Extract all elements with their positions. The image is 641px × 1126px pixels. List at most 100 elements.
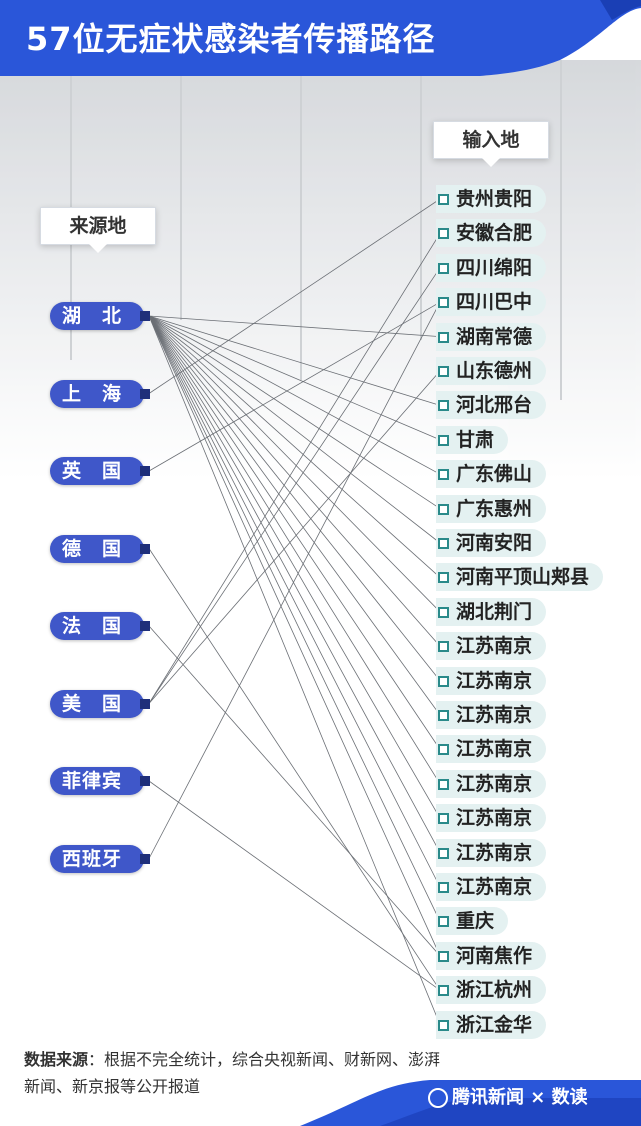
link-line [148,315,441,922]
destination-marker [438,538,449,549]
source-node: 湖 北 [50,302,150,330]
source-label: 湖 北 [62,305,123,327]
source-label: 英 国 [62,460,123,482]
destination-node: 江苏南京 [436,769,547,798]
destination-label: 浙江杭州 [456,979,533,1002]
destination-label: 浙江金华 [456,1013,533,1036]
source-label: 法 国 [62,615,123,637]
destination-node: 浙江金华 [436,1010,547,1039]
destination-marker [438,985,449,997]
brand-text: 腾讯新闻 × 数读 [452,1087,588,1108]
destination-node: 江苏南京 [436,873,547,901]
destination-node: 河南焦作 [436,941,547,970]
destination-label: 山东德州 [456,360,533,382]
destination-node: 四川绵阳 [436,253,547,282]
link-line [148,315,441,578]
source-node: 西班牙 [50,844,150,873]
brand-logo: 腾讯新闻 × 数读 [428,1083,588,1109]
link-line [148,198,441,394]
destination-node: 湖北荆门 [436,597,547,626]
link-line [148,315,441,475]
link-line [148,315,441,681]
destination-label: 甘肃 [456,428,495,451]
link-line [148,233,441,704]
destination-marker [438,744,449,756]
destination-marker [438,572,449,584]
destination-label: 河南平顶山郏县 [456,566,590,589]
destination-marker [438,641,449,653]
source-connector [140,543,150,554]
source-label: 上 海 [62,382,123,405]
source-connector [140,698,150,709]
source-connector [140,776,150,786]
destination-marker [438,331,449,343]
destination-label: 河南安阳 [456,532,533,554]
destination-label: 安徽合肥 [456,222,533,245]
source-node: 美 国 [50,689,150,718]
destination-marker [438,434,449,446]
destination-node: 河北邢台 [436,391,547,420]
destination-marker [438,813,449,825]
destination-node: 河南平顶山郏县 [436,563,604,592]
link-line [148,315,441,647]
source-node: 英 国 [50,457,150,485]
source-label: 德 国 [62,537,123,560]
destination-label: 江苏南京 [456,704,533,726]
destination-marker [438,675,449,687]
destination-node: 江苏南京 [436,666,547,695]
destination-marker [438,503,449,515]
source-connector [140,853,150,864]
link-line [148,548,441,991]
destination-marker [438,194,449,205]
destination-node: 甘肃 [436,425,509,454]
destination-label: 江苏南京 [456,876,533,898]
destination-node: 重庆 [436,907,509,936]
link-line [148,315,441,888]
destination-node: 河南安阳 [436,529,547,557]
link-line [148,315,441,750]
source-node: 菲律宾 [50,767,150,795]
link-line [148,315,441,853]
destination-node: 江苏南京 [436,804,547,833]
link-line [148,315,441,544]
destination-node: 江苏南京 [436,632,547,661]
destination-node: 四川巴中 [436,288,547,317]
destination-node: 广东佛山 [436,460,547,489]
link-line [148,315,441,1025]
destination-label: 江苏南京 [456,738,533,761]
destination-marker [438,710,449,721]
destination-marker [438,916,449,928]
destination-marker [438,469,449,481]
source-label: 美 国 [62,692,123,715]
destination-marker [438,297,449,309]
destination-marker [438,882,449,893]
destination-label: 湖北荆门 [456,600,533,623]
destination-label: 四川绵阳 [456,256,533,279]
destination-label: 江苏南京 [456,635,533,658]
destination-label: 河南焦作 [456,944,533,967]
destination-label: 湖南常德 [456,325,533,348]
destination-label: 重庆 [456,910,495,933]
destination-label: 广东惠州 [456,497,533,520]
destination-label: 江苏南京 [456,669,533,692]
link-line [148,625,441,957]
destination-label: 广东佛山 [456,463,533,486]
link-line [148,267,441,704]
source-label: 西班牙 [62,847,123,870]
destination-node: 广东惠州 [436,494,547,523]
destination-label: 贵州贵阳 [456,188,533,210]
footnote-label: 数据来源 [24,1050,89,1069]
destination-node: 江苏南京 [436,701,547,729]
destination-marker [438,262,449,274]
destination-marker [438,1019,449,1031]
source-connector [140,388,150,399]
destination-node: 江苏南京 [436,735,547,764]
destination-label: 四川巴中 [456,291,533,314]
destination-marker [438,847,449,859]
source-connector [140,466,150,476]
destination-label: 江苏南京 [456,807,533,830]
link-line [148,370,441,704]
destination-node: 安徽合肥 [436,219,547,248]
source-node: 上 海 [50,379,150,408]
destination-marker [438,606,449,618]
